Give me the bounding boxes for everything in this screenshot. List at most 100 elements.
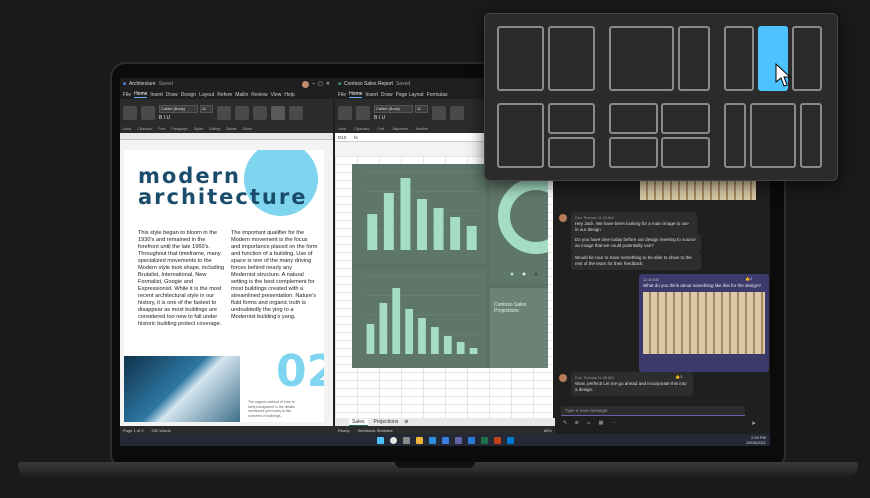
layout-5-zone-3[interactable]	[609, 137, 658, 168]
message-1[interactable]: Don Thomas 11:05 AM Hey Jack. We have be…	[571, 212, 697, 236]
mouse-cursor-icon	[775, 62, 792, 87]
minimize-icon[interactable]: –	[312, 81, 315, 87]
add-sheet-icon[interactable]: ⊕	[404, 419, 408, 425]
layout-4-zone-left[interactable]	[497, 103, 544, 168]
page-count: Page 1 of 3	[123, 427, 144, 433]
shared-image-model[interactable]	[643, 292, 765, 354]
layout-5-zone-2[interactable]	[661, 103, 710, 134]
clock-date: 10/05/2021	[745, 440, 766, 445]
heading-line-1: modern	[138, 164, 241, 188]
editor-button[interactable]	[289, 106, 303, 120]
building-photo	[124, 356, 240, 422]
excel-icon[interactable]	[480, 436, 488, 444]
word-menu-draw[interactable]: Draw	[166, 92, 178, 98]
projections-card[interactable]: Contoso Sales Projections	[490, 288, 548, 368]
sheet-tab-projections[interactable]: Projections	[374, 419, 399, 425]
layout-5-zone-1[interactable]	[609, 103, 658, 134]
cell-reference[interactable]: D10	[338, 135, 346, 140]
reaction-badge[interactable]: 👍2	[745, 276, 752, 281]
word-menu-mailin[interactable]: Mailin	[235, 92, 248, 98]
message-2[interactable]: Do you have time today before our design…	[571, 234, 701, 252]
system-tray[interactable]: 2:30 PM 10/05/2021	[746, 435, 766, 445]
document-page[interactable]: modern architecture This style began to …	[124, 150, 324, 422]
excel-saved-status: Saved	[395, 81, 411, 87]
layout-6-zone-1[interactable]	[724, 103, 746, 168]
my-message-text: What do you think about something like t…	[643, 283, 761, 288]
close-icon[interactable]: ✕	[326, 81, 330, 87]
layout-6-zone-3[interactable]	[800, 103, 822, 168]
chart-card-1[interactable]	[352, 164, 486, 264]
send-icon[interactable]: ➤	[751, 420, 756, 427]
teams-icon[interactable]	[454, 436, 462, 444]
excel-menu-home[interactable]: Home	[349, 91, 363, 98]
excel-format-buttons[interactable]: B I U	[374, 115, 428, 121]
layout-1-zone-left[interactable]	[497, 26, 544, 91]
word-menu-file[interactable]: File	[123, 92, 131, 98]
compose-toolbar-icons[interactable]: ✎ ⊕ ☺ ▦ ⋯	[563, 420, 619, 426]
shared-image-top[interactable]	[640, 178, 756, 200]
word-menu-layout[interactable]: Layout	[199, 92, 214, 98]
excel-menu-formulas[interactable]: Formulas	[427, 92, 448, 98]
layout-5-zone-4[interactable]	[661, 137, 710, 168]
word-menu-design[interactable]: Design	[181, 92, 197, 98]
excel-menu-file[interactable]: File	[338, 92, 346, 98]
layout-4-zone-bottom-right[interactable]	[548, 137, 595, 168]
workbook-statistics[interactable]: Workbook Statistics	[358, 428, 393, 433]
layout-2-zone-left[interactable]	[609, 26, 674, 91]
chart-card-2[interactable]	[352, 268, 486, 368]
font-name-field[interactable]: Calibri (Body)	[159, 105, 198, 113]
word-titlebar: ■ Architecture Saved – ▢ ✕	[120, 78, 333, 90]
word-menu-help[interactable]: Help	[284, 92, 294, 98]
sheet-tab-sales[interactable]: Sales	[349, 418, 368, 426]
reaction-badge-2[interactable]: 👍1	[675, 374, 682, 379]
layout-6-zone-2[interactable]	[750, 103, 796, 168]
word-menu-insert[interactable]: Insert	[150, 92, 163, 98]
excel-font-name-field[interactable]: Calibri (Body)	[374, 105, 413, 113]
layout-1-zone-right[interactable]	[548, 26, 595, 91]
excel-menu-page-layout[interactable]: Page Layout	[396, 92, 424, 98]
word-menu-refere[interactable]: Refere	[217, 92, 232, 98]
undo-button[interactable]	[123, 106, 137, 120]
task-view-icon[interactable]	[402, 436, 410, 444]
edge-icon[interactable]	[428, 436, 436, 444]
word-menu-review[interactable]: Review	[251, 92, 267, 98]
word-menu-home[interactable]: Home	[134, 91, 148, 98]
layout-2-zone-right[interactable]	[678, 26, 710, 91]
ready-status: Ready	[338, 427, 350, 433]
donut-ring	[498, 178, 574, 254]
excel-font-size-field[interactable]: 11	[415, 105, 428, 113]
start-icon[interactable]	[376, 436, 384, 444]
donut-chart-card[interactable]	[490, 164, 574, 284]
word-menu-view[interactable]: View	[271, 92, 282, 98]
search-icon[interactable]	[389, 436, 397, 444]
my-message[interactable]: 11:40 AM What do you think about somethi…	[639, 274, 769, 372]
store-icon[interactable]	[441, 436, 449, 444]
reaction-count: 2	[749, 276, 753, 281]
word-group-dictate: Dictate	[225, 127, 237, 131]
font-size-field[interactable]: 11	[200, 105, 213, 113]
styles-button[interactable]	[235, 106, 249, 120]
excel-paste-button[interactable]	[356, 106, 370, 120]
number-button[interactable]	[450, 106, 464, 120]
outlook-icon[interactable]	[506, 436, 514, 444]
user-avatar[interactable]	[302, 80, 310, 88]
word-icon[interactable]	[467, 436, 475, 444]
excel-menu-insert[interactable]: Insert	[365, 92, 378, 98]
font-format-buttons[interactable]: B I U	[159, 115, 213, 121]
layout-3-zone-right[interactable]	[792, 26, 822, 91]
file-explorer-icon[interactable]	[415, 436, 423, 444]
maximize-icon[interactable]: ▢	[318, 81, 323, 87]
chart1-bar-3	[400, 178, 411, 250]
dictate-button[interactable]	[271, 106, 285, 120]
layout-3-zone-left[interactable]	[724, 26, 754, 91]
paragraph-button[interactable]	[217, 106, 231, 120]
excel-menu-draw[interactable]: Draw	[381, 92, 393, 98]
compose-box[interactable]: Type a new message	[561, 406, 745, 416]
alignment-button[interactable]	[432, 106, 446, 120]
excel-undo-button[interactable]	[338, 106, 352, 120]
message-3[interactable]: Would be nice to have something to be ab…	[571, 252, 701, 270]
powerpoint-icon[interactable]	[493, 436, 501, 444]
layout-4-zone-top-right[interactable]	[548, 103, 595, 134]
editing-button[interactable]	[253, 106, 267, 120]
paste-button[interactable]	[141, 106, 155, 120]
